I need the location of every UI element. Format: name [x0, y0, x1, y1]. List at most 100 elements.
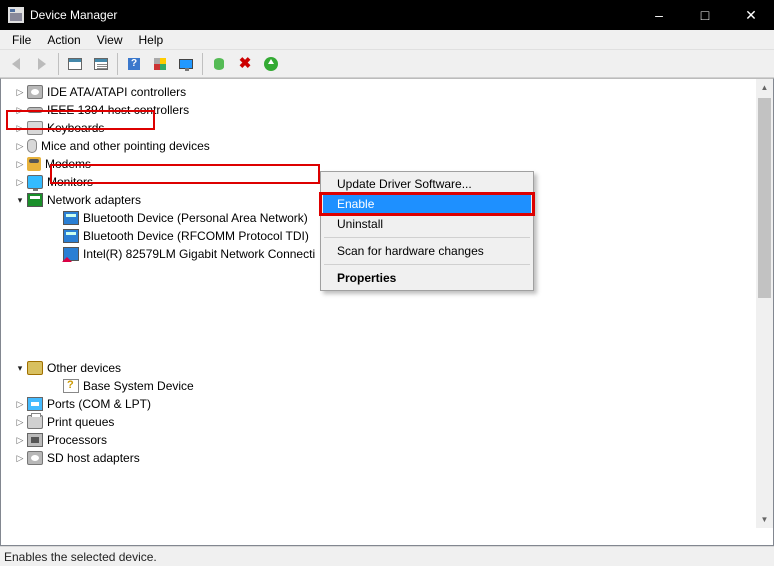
- modem-icon: [27, 157, 41, 171]
- ctx-properties[interactable]: Properties: [323, 268, 531, 288]
- tree-node-sd-host[interactable]: ▷ SD host adapters: [1, 449, 756, 467]
- expand-icon[interactable]: ▷: [13, 85, 27, 99]
- network-icon: [27, 193, 43, 207]
- tree-label: Monitors: [47, 175, 93, 189]
- tree-node-ports[interactable]: ▷ Ports (COM & LPT): [1, 395, 756, 413]
- scroll-track[interactable]: [756, 96, 773, 511]
- tree-node-keyboards[interactable]: ▷ Keyboards: [1, 119, 756, 137]
- uninstall-button[interactable]: ✖: [233, 52, 257, 76]
- ctx-update-driver[interactable]: Update Driver Software...: [323, 174, 531, 194]
- monitor-icon: [27, 175, 43, 189]
- display-button[interactable]: [174, 52, 198, 76]
- mouse-icon: [27, 139, 37, 153]
- tree-label: Print queues: [47, 415, 114, 429]
- tree-label: Other devices: [47, 361, 121, 375]
- scroll-up-button[interactable]: ▲: [756, 79, 773, 96]
- ide-icon: [27, 85, 43, 99]
- toolbar-separator: [202, 53, 203, 75]
- menu-help[interactable]: Help: [131, 31, 172, 49]
- tree-label: SD host adapters: [47, 451, 140, 465]
- tree-label: Modems: [45, 157, 91, 171]
- properties-button[interactable]: [89, 52, 113, 76]
- arrow-right-icon: [38, 58, 46, 70]
- printer-icon: [27, 415, 43, 429]
- expand-icon[interactable]: ▷: [13, 433, 27, 447]
- keyboard-icon: [27, 121, 43, 135]
- tree-label: IEEE 1394 host controllers: [47, 103, 189, 117]
- tree-node-base-system-device[interactable]: Base System Device: [1, 377, 756, 395]
- tree-node-ieee1394[interactable]: ▷ IEEE 1394 host controllers: [1, 101, 756, 119]
- ctx-separator: [324, 237, 530, 238]
- tree-node-ide[interactable]: ▷ IDE ATA/ATAPI controllers: [1, 83, 756, 101]
- x-icon: ✖: [239, 57, 252, 71]
- properties-icon: [94, 58, 108, 70]
- back-button[interactable]: [4, 52, 28, 76]
- collapse-icon[interactable]: ▾: [13, 361, 27, 375]
- tree-node-processors[interactable]: ▷ Processors: [1, 431, 756, 449]
- menu-action[interactable]: Action: [39, 31, 88, 49]
- enable-icon: [264, 57, 278, 71]
- tree-label: Base System Device: [83, 379, 194, 393]
- scan-hardware-button[interactable]: [207, 52, 231, 76]
- adapter-icon: [63, 211, 79, 225]
- monitor-icon: [179, 59, 193, 69]
- window-controls: – □ ✕: [636, 0, 774, 30]
- expand-icon[interactable]: ▷: [13, 103, 27, 117]
- expand-icon[interactable]: ▷: [13, 175, 27, 189]
- adapter-disabled-icon: [63, 247, 79, 261]
- ctx-enable[interactable]: Enable: [323, 194, 531, 214]
- tree-label: IDE ATA/ATAPI controllers: [47, 85, 186, 99]
- forward-button[interactable]: [30, 52, 54, 76]
- adapter-icon: [63, 229, 79, 243]
- ctx-uninstall[interactable]: Uninstall: [323, 214, 531, 234]
- expand-icon[interactable]: ▷: [13, 121, 27, 135]
- toolbar: ? ✖: [0, 50, 774, 78]
- expand-icon[interactable]: ▷: [13, 451, 27, 465]
- tree-label: Keyboards: [47, 121, 104, 135]
- tree-node-print-queues[interactable]: ▷ Print queues: [1, 413, 756, 431]
- ctx-scan-hardware[interactable]: Scan for hardware changes: [323, 241, 531, 261]
- tree-label: Bluetooth Device (RFCOMM Protocol TDI): [83, 229, 309, 243]
- enable-device-button[interactable]: [259, 52, 283, 76]
- panel-icon: [68, 58, 82, 70]
- toolbar-separator: [58, 53, 59, 75]
- scan-icon: [214, 58, 224, 70]
- title-bar: Device Manager – □ ✕: [0, 0, 774, 30]
- tree-label: Intel(R) 82579LM Gigabit Network Connect…: [83, 247, 315, 261]
- show-hide-tree-button[interactable]: [63, 52, 87, 76]
- help-icon: ?: [128, 58, 140, 70]
- grid-icon: [154, 58, 166, 70]
- vertical-scrollbar[interactable]: ▲ ▼: [756, 79, 773, 528]
- ctx-separator: [324, 264, 530, 265]
- scroll-thumb[interactable]: [758, 98, 771, 298]
- context-menu: Update Driver Software... Enable Uninsta…: [320, 171, 534, 291]
- close-button[interactable]: ✕: [728, 0, 774, 30]
- scroll-down-button[interactable]: ▼: [756, 511, 773, 528]
- other-devices-icon: [27, 361, 43, 375]
- expand-icon[interactable]: ▷: [13, 157, 27, 171]
- help-button[interactable]: ?: [122, 52, 146, 76]
- cpu-icon: [27, 433, 43, 447]
- minimize-button[interactable]: –: [636, 0, 682, 30]
- sd-icon: [27, 451, 43, 465]
- tree-label: Ports (COM & LPT): [47, 397, 151, 411]
- menu-bar: File Action View Help: [0, 30, 774, 50]
- expand-icon[interactable]: ▷: [13, 397, 27, 411]
- expand-icon[interactable]: ▷: [13, 139, 27, 153]
- tree-node-other-devices[interactable]: ▾ Other devices: [1, 359, 756, 377]
- tree-panel: ▷ IDE ATA/ATAPI controllers ▷ IEEE 1394 …: [0, 78, 774, 546]
- tree-label: Bluetooth Device (Personal Area Network): [83, 211, 308, 225]
- expand-icon[interactable]: ▷: [13, 415, 27, 429]
- maximize-button[interactable]: □: [682, 0, 728, 30]
- window-title: Device Manager: [30, 8, 636, 22]
- menu-file[interactable]: File: [4, 31, 39, 49]
- device-tree[interactable]: ▷ IDE ATA/ATAPI controllers ▷ IEEE 1394 …: [1, 79, 756, 545]
- app-icon: [8, 7, 24, 23]
- port-icon: [27, 397, 43, 411]
- collapse-icon[interactable]: ▾: [13, 193, 27, 207]
- tree-node-mice[interactable]: ▷ Mice and other pointing devices: [1, 137, 756, 155]
- status-text: Enables the selected device.: [4, 550, 157, 564]
- menu-view[interactable]: View: [89, 31, 131, 49]
- toolbar-separator: [117, 53, 118, 75]
- categories-button[interactable]: [148, 52, 172, 76]
